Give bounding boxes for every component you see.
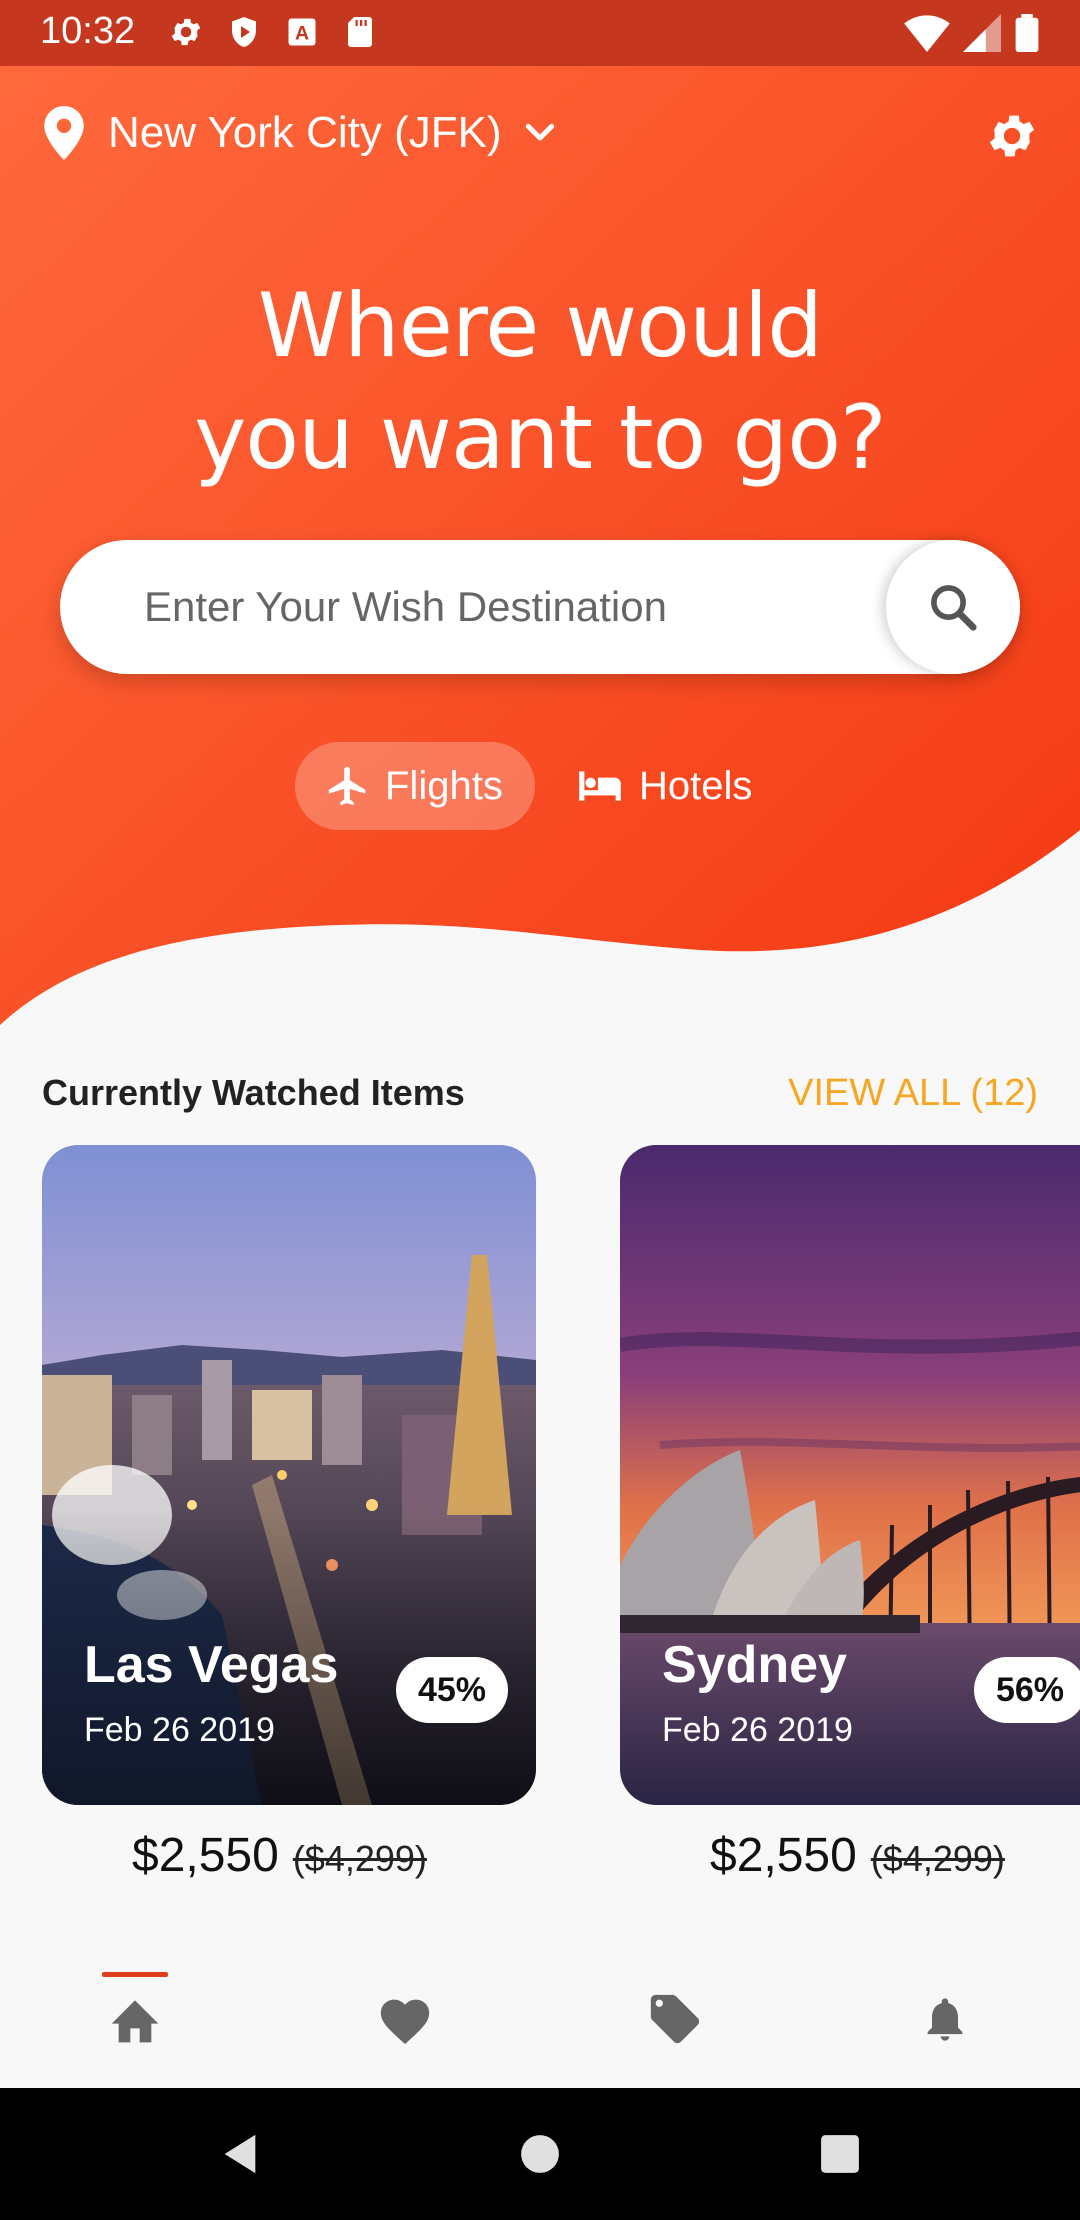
price-row-las-vegas: $2,550 ($4,299) [132, 1828, 427, 1883]
settings-button[interactable] [984, 108, 1040, 169]
status-time: 10:32 [40, 10, 136, 52]
status-icons: A [168, 14, 378, 50]
tab-flights-label: Flights [385, 763, 503, 808]
hero-section: 10:32 A New York City (JFK) Where would [0, 0, 1080, 1030]
nav-favorites[interactable] [345, 1950, 465, 2088]
gear-icon [989, 115, 1035, 157]
bell-icon [927, 1998, 963, 2041]
svg-text:A: A [295, 23, 309, 45]
back-triangle-icon [224, 2134, 256, 2174]
card-date: Feb 26 2019 [662, 1711, 853, 1749]
location-pin-icon [44, 106, 84, 160]
location-label: New York City (JFK) [108, 108, 502, 157]
section-title: Currently Watched Items [42, 1072, 465, 1113]
location-selector[interactable]: New York City (JFK) [42, 106, 560, 160]
status-icons-right [904, 14, 1040, 52]
sd-card-status-icon [348, 17, 372, 47]
battery-icon [1015, 14, 1039, 52]
current-price: $2,550 [132, 1829, 279, 1882]
system-home-button[interactable] [510, 2088, 570, 2220]
shield-status-icon [232, 17, 256, 47]
discount-badge: 56% [974, 1657, 1080, 1723]
system-navigation-bar [0, 2088, 1080, 2220]
tab-hotels[interactable]: Hotels [575, 742, 752, 830]
price-row-sydney: $2,550 ($4,299) [710, 1828, 1005, 1883]
bottom-navigation [0, 1950, 1080, 2088]
discount-badge: 45% [396, 1657, 508, 1723]
home-circle-icon [521, 2135, 559, 2173]
airplane-icon [328, 766, 366, 806]
settings-status-icon [171, 18, 201, 46]
card-city: Las Vegas [84, 1636, 339, 1694]
system-recents-button[interactable] [810, 2088, 870, 2220]
search-type-tabs: Flights Hotels [0, 742, 1080, 830]
chevron-down-icon [525, 123, 554, 141]
heart-icon [380, 1999, 430, 2045]
watched-card-las-vegas[interactable]: Las Vegas Feb 26 2019 45% [42, 1145, 536, 1805]
a-status-icon: A [288, 18, 316, 46]
view-all-link[interactable]: VIEW ALL (12) [788, 1072, 1038, 1115]
current-price: $2,550 [710, 1829, 857, 1882]
search-input[interactable] [144, 540, 844, 674]
tag-icon [650, 1994, 700, 2044]
card-date: Feb 26 2019 [84, 1711, 275, 1749]
system-back-button[interactable] [210, 2088, 270, 2220]
watched-card-sydney[interactable]: Sydney Feb 26 2019 56% [620, 1145, 1080, 1805]
wifi-icon [904, 15, 950, 52]
search-icon [931, 585, 977, 631]
old-price: ($4,299) [870, 1838, 1005, 1879]
app-screen: 10:32 A New York City (JFK) Where would [0, 0, 1080, 2220]
nav-deals[interactable] [615, 1950, 735, 2088]
tab-flights[interactable]: Flights [295, 742, 535, 830]
headline-line-2: you want to go? [194, 386, 887, 489]
card-city: Sydney [662, 1636, 847, 1694]
nav-notifications[interactable] [885, 1950, 1005, 2088]
status-bar: 10:32 A [0, 0, 1080, 66]
tab-hotels-label: Hotels [639, 763, 753, 808]
headline-line-1: Where would [257, 274, 823, 377]
search-button[interactable] [886, 540, 1020, 674]
bed-icon [579, 771, 621, 801]
signal-icon [963, 14, 1001, 52]
recents-square-icon [821, 2135, 859, 2173]
nav-home[interactable] [75, 1950, 195, 2088]
page-title: Where would you want to go? [0, 270, 1080, 494]
old-price: ($4,299) [292, 1838, 427, 1879]
home-icon [111, 2000, 159, 2043]
search-bar [60, 540, 1020, 674]
